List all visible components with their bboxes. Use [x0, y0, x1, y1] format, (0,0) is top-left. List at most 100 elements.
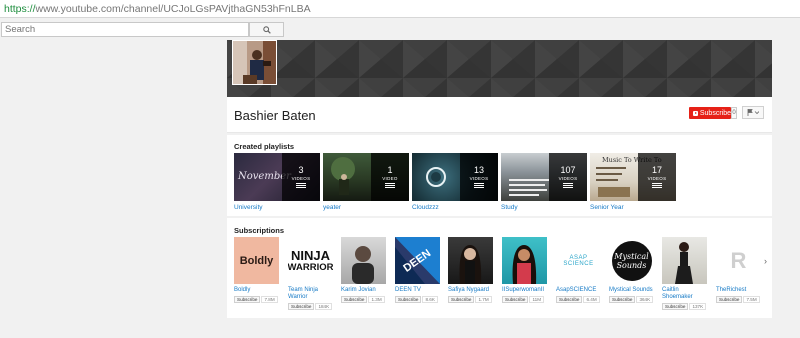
- channel-name[interactable]: IISuperwomanII: [502, 287, 547, 294]
- playlist-videos-label: VIDEOS: [558, 176, 578, 181]
- channel-logo-text: NINJA: [290, 247, 330, 263]
- subscription-item[interactable]: ASAP SCIENCE AsapSCIENCE Subscribe 6.4M: [556, 237, 601, 303]
- section-title[interactable]: Subscriptions: [234, 226, 284, 235]
- address-bar[interactable]: https://www.youtube.com/channel/UCJoLGsP…: [0, 0, 800, 18]
- subscriber-count: 1.7M: [475, 296, 492, 303]
- subscription-item[interactable]: R TheRichest Subscribe 7.5M: [716, 237, 761, 303]
- subscription-item[interactable]: Safiya Nygaard Subscribe 1.7M: [448, 237, 493, 303]
- playlist-videos-label: VIDEOS: [291, 176, 311, 181]
- search-button[interactable]: [249, 22, 284, 37]
- channel-avatar[interactable]: [232, 40, 277, 85]
- playlist-thumbnail[interactable]: 1 VIDEO: [323, 153, 409, 201]
- subscribe-button[interactable]: Subscribe: [662, 303, 689, 310]
- channel-name[interactable]: Team Ninja Warrior: [288, 287, 333, 301]
- channel-thumbnail[interactable]: Mystical Sounds: [609, 237, 654, 284]
- subscription-item[interactable]: Caitlin Shoemaker Subscribe 137K: [662, 237, 707, 310]
- subscribe-button[interactable]: Subscribe: [556, 296, 583, 303]
- channel-logo-text: Mystical: [614, 251, 649, 261]
- section-title[interactable]: Created playlists: [234, 142, 294, 151]
- channel-thumbnail[interactable]: DEEN: [395, 237, 440, 284]
- search-input[interactable]: [1, 22, 249, 37]
- channel-thumbnail[interactable]: [662, 237, 707, 284]
- channel-avatar-image: [512, 245, 537, 284]
- playlist-item[interactable]: 1 VIDEO yeater: [323, 153, 409, 211]
- channel-logo-text: Boldly: [239, 254, 274, 267]
- channel-thumbnail[interactable]: ASAP SCIENCE: [556, 237, 601, 284]
- playlist-item[interactable]: November 3 VIDEOS University: [234, 153, 320, 211]
- channel-logo-text-2: WARRIOR: [288, 261, 333, 273]
- subscribe-row: Subscribe 364K: [609, 296, 654, 303]
- channel-name[interactable]: Mystical Sounds: [609, 287, 654, 294]
- channel-logo-circle: Mystical Sounds: [611, 240, 652, 281]
- playlist-title[interactable]: yeater: [323, 204, 409, 211]
- subscribe-button[interactable]: Subscribe: [234, 296, 261, 303]
- subscriber-count: 1.3M: [368, 296, 385, 303]
- channel-thumbnail[interactable]: [341, 237, 386, 284]
- channel-name[interactable]: Safiya Nygaard: [448, 287, 493, 294]
- channel-thumbnail[interactable]: NINJA WARRIOR: [288, 237, 333, 284]
- playlist-count-overlay: 17 VIDEOS: [638, 153, 676, 201]
- channel-name[interactable]: Karim Jovian: [341, 287, 386, 294]
- subscription-item[interactable]: Karim Jovian Subscribe 1.3M: [341, 237, 386, 303]
- channel-name[interactable]: Bashier Baten: [234, 108, 316, 123]
- subscriber-count: 7.8M: [261, 296, 278, 303]
- subscribe-button[interactable]: Subscribe: [502, 296, 529, 303]
- playlist-count: 1: [387, 165, 393, 175]
- subscriber-count: 137K: [689, 303, 707, 310]
- playlist-item[interactable]: Music To Write To 17 VIDEOS Senior Year: [590, 153, 676, 211]
- subscribe-button[interactable]: Subscribe: [716, 296, 743, 303]
- channel-thumbnail[interactable]: [502, 237, 547, 284]
- playlist-title[interactable]: Senior Year: [590, 204, 676, 211]
- playlist-count: 107: [560, 165, 576, 175]
- channel-name[interactable]: TheRichest: [716, 287, 761, 294]
- subscription-item[interactable]: Boldly Boldly Subscribe 7.8M: [234, 237, 279, 303]
- subscribe-button[interactable]: Subscribe: [288, 303, 315, 310]
- url-text[interactable]: https://www.youtube.com/channel/UCJoLGsP…: [4, 3, 311, 15]
- playlist-item[interactable]: 107 VIDEOS Study: [501, 153, 587, 211]
- subscription-item[interactable]: DEEN DEEN TV Subscribe 8.6K: [395, 237, 440, 303]
- subscribe-button[interactable]: Subscribe: [395, 296, 422, 303]
- subscribe-button[interactable]: Subscribe: [689, 107, 731, 119]
- subscribe-button[interactable]: Subscribe: [448, 296, 475, 303]
- playlist-count-overlay: 3 VIDEOS: [282, 153, 320, 201]
- subscribe-button[interactable]: Subscribe: [609, 296, 636, 303]
- subscriber-count: 7.5M: [743, 296, 760, 303]
- channel-thumbnail[interactable]: R: [716, 237, 761, 284]
- channel-name[interactable]: AsapSCIENCE: [556, 287, 601, 294]
- subscribe-row: Subscribe 6.4M: [556, 296, 601, 303]
- playlist-icon: [652, 183, 662, 188]
- playlist-icon: [385, 183, 395, 188]
- playlist-icon: [296, 183, 306, 188]
- playlist-count: 13: [473, 165, 484, 175]
- subscribe-row: Subscribe 137K: [662, 303, 707, 310]
- playlist-thumbnail-image: [509, 179, 549, 196]
- playlist-title[interactable]: Study: [501, 204, 587, 211]
- playlist-icon: [474, 183, 484, 188]
- channel-name[interactable]: Boldly: [234, 287, 279, 294]
- playlist-count-overlay: 107 VIDEOS: [549, 153, 587, 201]
- playlist-title[interactable]: Cloudzzz: [412, 204, 498, 211]
- channel-name[interactable]: Caitlin Shoemaker: [662, 287, 707, 301]
- subscription-item[interactable]: NINJA WARRIOR Team Ninja Warrior Subscrib…: [288, 237, 333, 310]
- playlist-thumbnail[interactable]: 13 VIDEOS: [412, 153, 498, 201]
- channel-name[interactable]: DEEN TV: [395, 287, 440, 294]
- playlist-item[interactable]: 13 VIDEOS Cloudzzz: [412, 153, 498, 211]
- subscribe-row: Subscribe 8.6K: [395, 296, 440, 303]
- subscribe-row: Subscribe 1.7M: [448, 296, 493, 303]
- subscription-item[interactable]: IISuperwomanII Subscribe 11M: [502, 237, 547, 303]
- created-playlists-section: Created playlists November 3 VIDEOS Univ…: [227, 135, 772, 216]
- subscription-item[interactable]: Mystical Sounds Mystical Sounds Subscrib…: [609, 237, 654, 303]
- channel-settings-button[interactable]: [742, 106, 764, 119]
- chevron-right-icon[interactable]: ›: [764, 256, 767, 266]
- playlist-title[interactable]: University: [234, 204, 320, 211]
- channel-thumbnail[interactable]: Boldly: [234, 237, 279, 284]
- subscribe-row: Subscribe 7.8M: [234, 296, 279, 303]
- subscriber-count: 8.6K: [422, 296, 438, 303]
- channel-logo-text: R: [730, 247, 747, 273]
- search-row: [0, 19, 800, 40]
- subscribe-button[interactable]: Subscribe: [341, 296, 368, 303]
- channel-thumbnail[interactable]: [448, 237, 493, 284]
- playlist-thumbnail[interactable]: November 3 VIDEOS: [234, 153, 320, 201]
- playlist-thumbnail[interactable]: 107 VIDEOS: [501, 153, 587, 201]
- playlist-thumbnail[interactable]: Music To Write To 17 VIDEOS: [590, 153, 676, 201]
